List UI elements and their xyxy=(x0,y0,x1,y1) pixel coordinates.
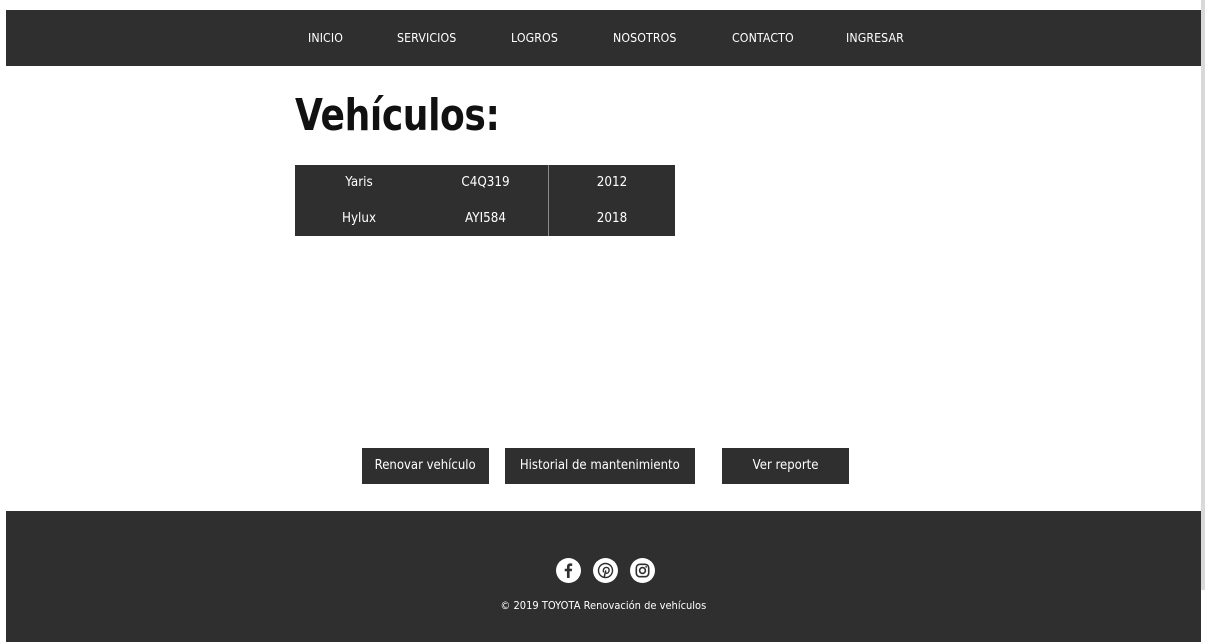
view-report-label: Ver reporte xyxy=(752,458,819,473)
nav-item-inicio[interactable]: INICIO xyxy=(308,10,343,66)
maintenance-history-button[interactable]: Historial de mantenimiento xyxy=(505,448,695,484)
table-row[interactable]: Hylux AYI584 2018 xyxy=(295,201,675,236)
footer: © 2019 TOYOTA Renovación de vehículos xyxy=(6,511,1201,642)
nav-item-contacto[interactable]: CONTACTO xyxy=(732,10,794,66)
page-scrollbar[interactable] xyxy=(1201,0,1205,590)
renew-vehicle-button[interactable]: Renovar vehículo xyxy=(362,448,489,484)
vehicle-plate-cell: C4Q319 xyxy=(461,175,510,190)
instagram-icon[interactable] xyxy=(630,558,655,583)
view-report-button[interactable]: Ver reporte xyxy=(722,448,849,484)
table-row[interactable]: Yaris C4Q319 2012 xyxy=(295,165,675,200)
nav-item-servicios[interactable]: SERVICIOS xyxy=(397,10,456,66)
vehicle-model-cell: Hylux xyxy=(341,211,377,226)
vehicle-year-cell: 2018 xyxy=(596,211,628,226)
vehicle-plate-cell: AYI584 xyxy=(465,211,506,226)
copyright-text: © 2019 TOYOTA Renovación de vehículos xyxy=(500,599,707,612)
nav-item-ingresar[interactable]: INGRESAR xyxy=(846,10,904,66)
vehicle-model-cell: Yaris xyxy=(345,175,373,190)
pinterest-icon[interactable] xyxy=(593,558,618,583)
renew-vehicle-label: Renovar vehículo xyxy=(374,458,477,473)
top-navigation-bar: INICIO SERVICIOS LOGROS NOSOTROS CONTACT… xyxy=(6,10,1201,66)
facebook-icon[interactable] xyxy=(556,558,581,583)
vehicle-year-cell: 2012 xyxy=(596,175,628,190)
page-title: Vehículos: xyxy=(295,90,500,141)
nav-item-nosotros[interactable]: NOSOTROS xyxy=(613,10,676,66)
vehicle-table: Yaris C4Q319 2012 Hylux AYI584 2018 xyxy=(295,165,675,236)
nav-item-logros[interactable]: LOGROS xyxy=(511,10,558,66)
maintenance-history-label: Historial de mantenimiento xyxy=(520,458,680,473)
